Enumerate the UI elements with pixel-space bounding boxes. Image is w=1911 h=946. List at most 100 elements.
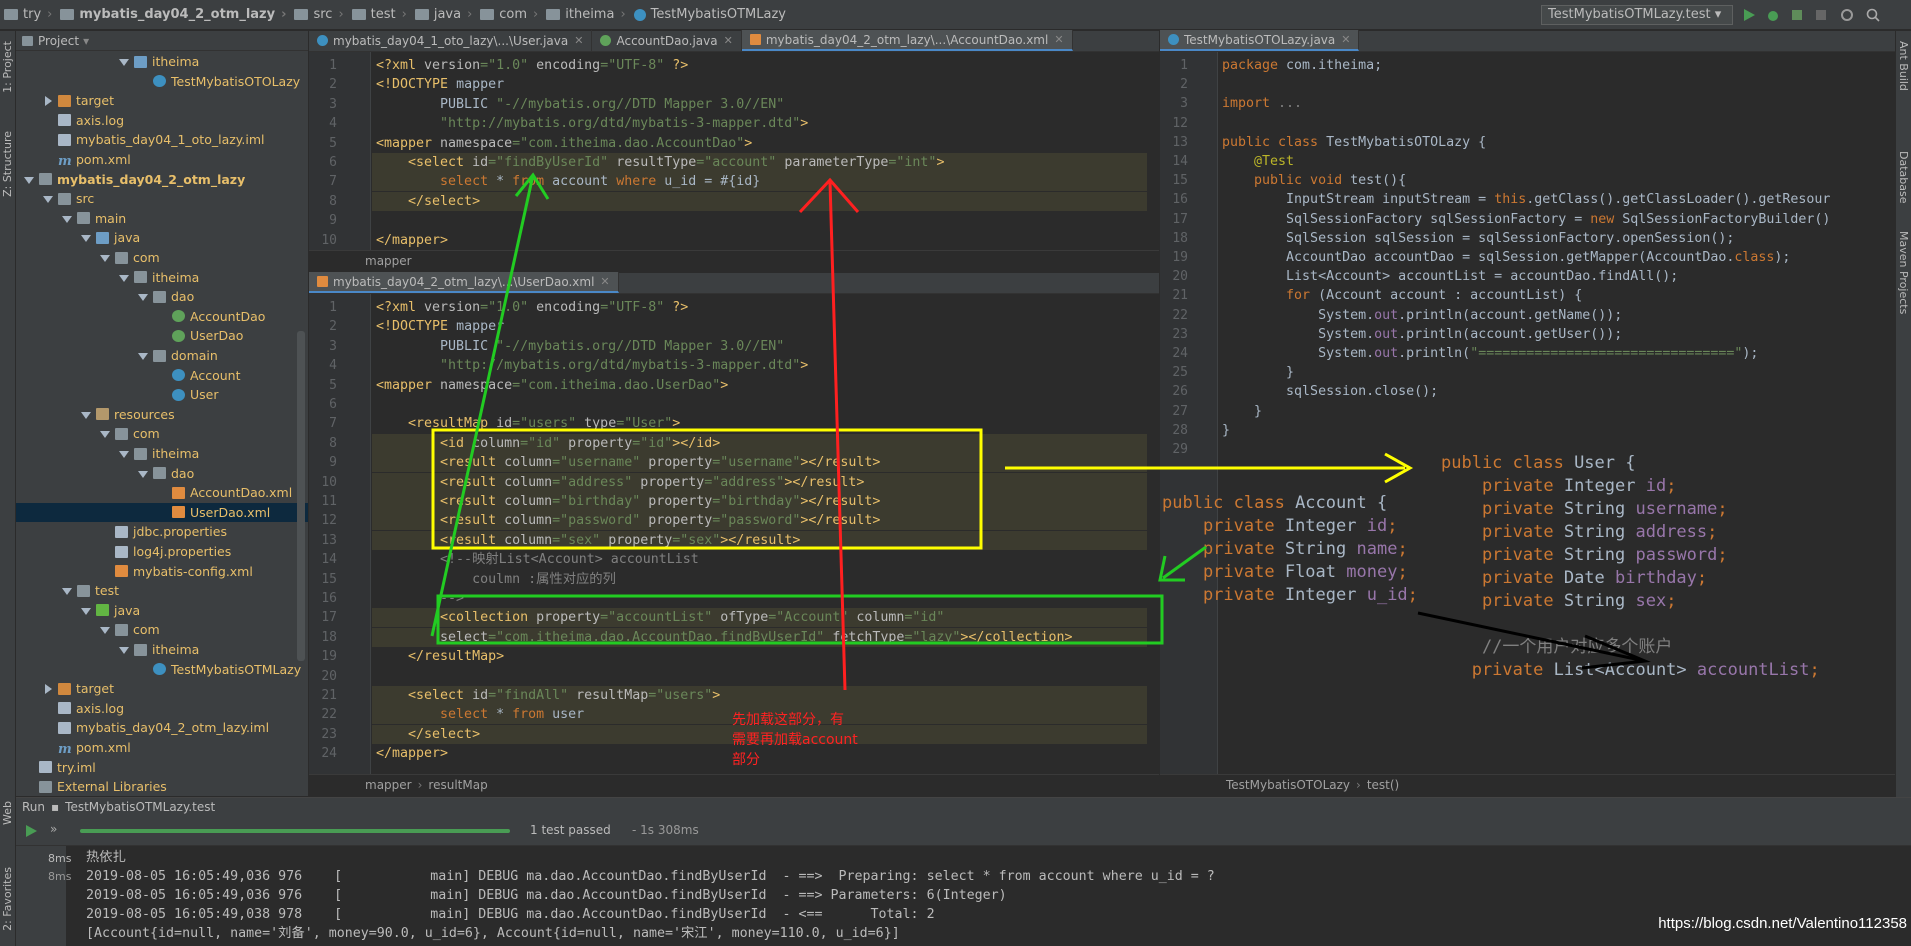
close-icon[interactable]: ✕ bbox=[1341, 33, 1350, 46]
editor-account-xml[interactable]: 1 <?xml version="1.0" encoding="UTF-8" ?>… bbox=[309, 52, 1159, 250]
tree-item[interactable]: AccountDao.xml bbox=[16, 483, 308, 502]
breadcrumb-item[interactable]: java › bbox=[411, 7, 476, 22]
tab-userdao-xml[interactable]: mybatis_day04_2_otm_lazy\...\UserDao.xml… bbox=[309, 272, 619, 293]
tool-window-ant[interactable]: Ant Build bbox=[1897, 41, 1910, 91]
tree-item[interactable]: Account bbox=[16, 366, 308, 385]
tree-item[interactable]: com bbox=[16, 424, 308, 443]
tree-item[interactable]: com bbox=[16, 620, 308, 639]
close-icon[interactable]: ✕ bbox=[724, 34, 733, 47]
tree-item[interactable]: axis.log bbox=[16, 699, 308, 718]
tree-item[interactable]: itheima bbox=[16, 444, 308, 463]
breadcrumb-item[interactable]: try › bbox=[0, 7, 56, 22]
chevron-down-icon[interactable] bbox=[119, 449, 129, 458]
tree-item[interactable]: dao bbox=[16, 287, 308, 306]
rerun-icon[interactable] bbox=[24, 823, 38, 839]
breadcrumb-item[interactable]: itheima › bbox=[542, 7, 629, 22]
tree-item[interactable]: m pom.xml bbox=[16, 738, 308, 757]
tool-window-web[interactable]: Web bbox=[1, 801, 14, 825]
tool-window-structure[interactable]: Z: Structure bbox=[1, 131, 14, 197]
chevron-down-icon[interactable] bbox=[24, 175, 34, 184]
close-icon[interactable]: ✕ bbox=[600, 275, 609, 288]
tree-item[interactable]: itheima bbox=[16, 52, 308, 71]
chevron-down-icon[interactable] bbox=[119, 273, 129, 282]
tree-item[interactable]: com bbox=[16, 248, 308, 267]
tree-item[interactable]: axis.log bbox=[16, 111, 308, 130]
tree-item[interactable]: test bbox=[16, 581, 308, 600]
chevron-down-icon[interactable] bbox=[119, 645, 129, 654]
settings-icon[interactable] bbox=[1839, 7, 1855, 23]
tree-item[interactable]: src bbox=[16, 189, 308, 208]
tree-item[interactable]: domain bbox=[16, 346, 308, 365]
tree-item[interactable]: java bbox=[16, 228, 308, 247]
editor-tab[interactable]: mybatis_day04_1_oto_lazy\...\User.java ✕ bbox=[309, 30, 593, 51]
tree-item[interactable]: java bbox=[16, 601, 308, 620]
breadcrumb-item[interactable]: TestMybatisOTMLazy bbox=[630, 7, 790, 22]
chevron-down-icon[interactable] bbox=[62, 214, 72, 223]
editor-user-xml[interactable]: 1 <?xml version="1.0" encoding="UTF-8" ?>… bbox=[309, 294, 1159, 774]
tree-item[interactable]: UserDao bbox=[16, 326, 308, 345]
chevron-down-icon[interactable] bbox=[81, 410, 91, 419]
tree-item[interactable]: mybatis-config.xml bbox=[16, 562, 308, 581]
project-scrollbar[interactable] bbox=[297, 331, 305, 661]
expand-icon[interactable]: » bbox=[50, 822, 57, 836]
breadcrumb-item[interactable]: mybatis_day04_2_otm_lazy › bbox=[56, 7, 290, 22]
breadcrumb-item[interactable]: src › bbox=[290, 7, 347, 22]
tree-item[interactable]: TestMybatisOTOLazy bbox=[16, 72, 308, 91]
chevron-down-icon[interactable] bbox=[100, 253, 110, 262]
tree-item[interactable]: itheima bbox=[16, 268, 308, 287]
stop-icon[interactable] bbox=[1813, 7, 1829, 23]
chevron-down-icon[interactable]: ▾ bbox=[83, 34, 89, 48]
tool-window-database[interactable]: Database bbox=[1897, 151, 1910, 204]
chevron-down-icon[interactable] bbox=[138, 469, 148, 478]
run-config-selector[interactable]: TestMybatisOTMLazy.test ▾ bbox=[1541, 5, 1733, 25]
chevron-down-icon[interactable] bbox=[138, 292, 148, 302]
editor-tab[interactable]: AccountDao.java ✕ bbox=[592, 30, 742, 51]
tree-item[interactable]: log4j.properties bbox=[16, 542, 308, 561]
breadcrumb-item[interactable]: com › bbox=[476, 7, 542, 22]
tree-item[interactable]: target bbox=[16, 91, 308, 110]
tree-item[interactable]: main bbox=[16, 209, 308, 228]
breadcrumb-item[interactable]: test › bbox=[348, 7, 411, 22]
tree-item[interactable]: try.iml bbox=[16, 758, 308, 777]
tree-item[interactable]: jdbc.properties bbox=[16, 522, 308, 541]
chevron-down-icon[interactable] bbox=[138, 351, 148, 360]
run-config-tab[interactable]: TestMybatisOTMLazy.test bbox=[65, 800, 215, 814]
crumb-mapper[interactable]: mapper bbox=[365, 254, 412, 268]
chevron-down-icon[interactable] bbox=[100, 625, 110, 635]
tree-item[interactable]: itheima bbox=[16, 640, 308, 659]
tree-item[interactable]: TestMybatisOTMLazy bbox=[16, 660, 308, 679]
tree-item[interactable]: mybatis_day04_1_oto_lazy.iml bbox=[16, 130, 308, 149]
tab-testmybatisotolazy[interactable]: TestMybatisOTOLazy.java ✕ bbox=[1160, 30, 1360, 51]
chevron-down-icon[interactable] bbox=[100, 429, 110, 439]
tree-item[interactable]: dao bbox=[16, 464, 308, 483]
tool-window-maven[interactable]: Maven Projects bbox=[1897, 231, 1910, 314]
chevron-down-icon[interactable] bbox=[81, 233, 91, 243]
tree-item[interactable]: m pom.xml bbox=[16, 150, 308, 169]
crumb-mapper[interactable]: mapper bbox=[365, 778, 412, 792]
chevron-right-icon[interactable] bbox=[43, 96, 52, 107]
tool-window-favorites[interactable]: 2: Favorites bbox=[1, 867, 14, 931]
coverage-icon[interactable] bbox=[1789, 7, 1805, 23]
debug-icon[interactable] bbox=[1765, 7, 1781, 23]
tree-item[interactable]: resources bbox=[16, 405, 308, 424]
tree-item[interactable]: mybatis_day04_2_otm_lazy bbox=[16, 170, 308, 189]
close-icon[interactable]: ✕ bbox=[574, 34, 583, 47]
tree-item[interactable]: mybatis_day04_2_otm_lazy.iml bbox=[16, 718, 308, 737]
tree-item[interactable]: UserDao.xml bbox=[16, 502, 308, 522]
tree-item[interactable]: User bbox=[16, 385, 308, 404]
chevron-down-icon[interactable] bbox=[62, 586, 72, 596]
crumb-resultmap[interactable]: resultMap bbox=[428, 778, 487, 792]
tree-item[interactable]: External Libraries bbox=[16, 777, 308, 796]
crumb-class[interactable]: TestMybatisOTOLazy bbox=[1226, 778, 1350, 792]
editor-tab[interactable]: mybatis_day04_2_otm_lazy\...\AccountDao.… bbox=[741, 30, 1073, 51]
chevron-right-icon[interactable] bbox=[43, 684, 52, 695]
run-icon[interactable] bbox=[1741, 7, 1757, 23]
project-panel-title[interactable]: Project bbox=[38, 34, 79, 48]
search-icon[interactable] bbox=[1865, 7, 1881, 23]
tree-item[interactable]: target bbox=[16, 679, 308, 698]
chevron-down-icon[interactable] bbox=[119, 57, 129, 66]
chevron-down-icon[interactable] bbox=[43, 194, 53, 204]
crumb-method[interactable]: test() bbox=[1367, 778, 1399, 792]
chevron-down-icon[interactable] bbox=[81, 606, 91, 615]
close-icon[interactable]: ✕ bbox=[1054, 33, 1063, 46]
